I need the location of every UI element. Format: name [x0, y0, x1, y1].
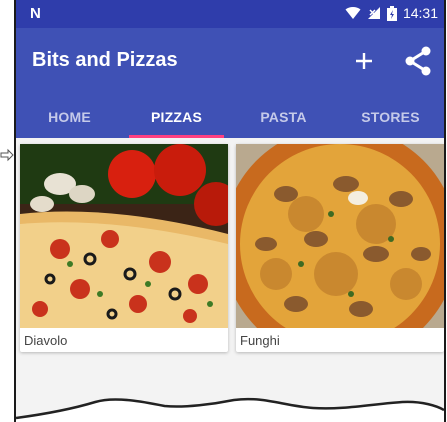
wifi-icon	[345, 7, 361, 20]
pizza-image-funghi	[236, 144, 444, 328]
callout-arrow-icon	[0, 148, 14, 162]
app-bar: Bits and Pizzas	[16, 28, 444, 96]
status-bar: N 14:31	[16, 0, 444, 28]
add-button[interactable]	[349, 46, 379, 76]
battery-icon	[386, 5, 397, 21]
pizza-card-funghi[interactable]: Funghi	[236, 144, 444, 352]
tab-bar: HOME PIZZAS PASTA STORES	[16, 96, 444, 138]
share-button[interactable]	[401, 44, 435, 78]
pizza-name: Diavolo	[24, 333, 68, 348]
tab-pizzas[interactable]: PIZZAS	[123, 96, 230, 138]
clock: 14:31	[402, 5, 438, 21]
pizza-image-diavolo	[20, 144, 228, 328]
torn-edge	[16, 397, 444, 422]
tab-home[interactable]: HOME	[16, 96, 123, 138]
pizza-name: Funghi	[240, 333, 280, 348]
tab-pasta[interactable]: PASTA	[230, 96, 337, 138]
add-icon	[356, 53, 372, 69]
app-title: Bits and Pizzas	[32, 49, 178, 71]
signal-icon	[367, 7, 380, 19]
share-icon	[405, 46, 431, 76]
status-icons: 14:31	[345, 5, 438, 21]
phone-screen: N 14:31 Bits and Pizzas HOME PIZZAS PAST…	[14, 0, 446, 422]
notification-icon: N	[30, 5, 41, 22]
pizza-card-diavolo[interactable]: Diavolo	[20, 144, 228, 352]
pizza-grid: Diavolo Funghi	[16, 138, 444, 422]
tab-stores[interactable]: STORES	[337, 96, 444, 138]
